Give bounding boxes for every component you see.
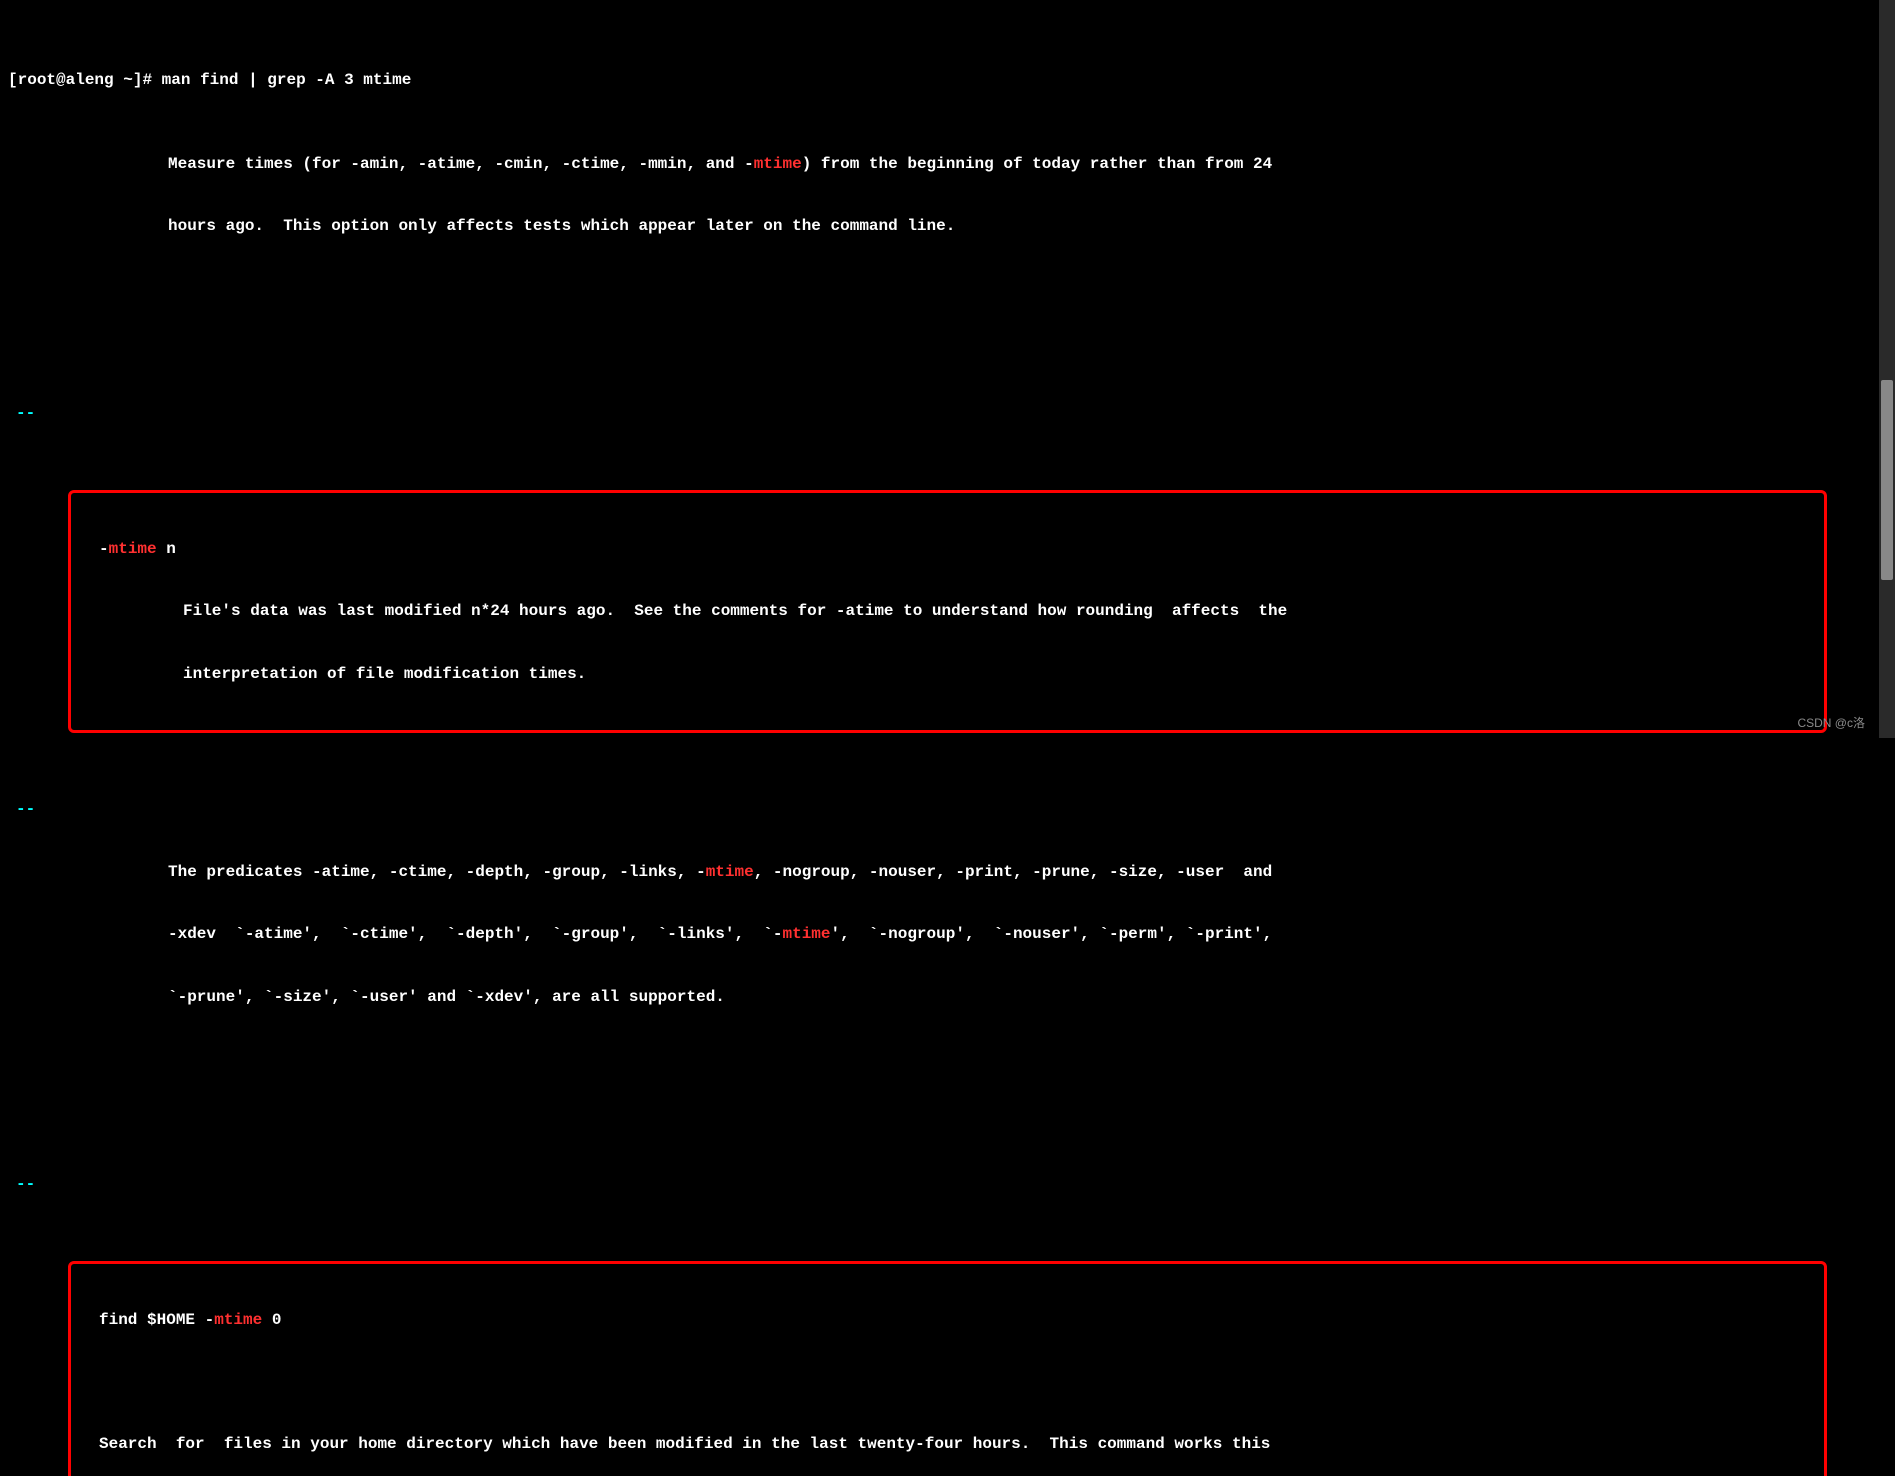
- blank-line: [8, 1049, 1887, 1070]
- output-line: Search for files in your home directory …: [83, 1434, 1812, 1455]
- prompt-bracket: [: [8, 71, 18, 89]
- grep-separator: --: [8, 403, 1887, 424]
- highlight-box-2: find $HOME -mtime 0 Search for files in …: [68, 1261, 1827, 1476]
- output-line: interpretation of file modification time…: [83, 664, 1812, 685]
- text: ', `-nogroup', `-nouser', `-perm', `-pri…: [831, 925, 1273, 943]
- text: n: [157, 540, 176, 558]
- prompt-bracket-close: ]#: [133, 71, 162, 89]
- text: -: [99, 540, 109, 558]
- grep-match: mtime: [754, 155, 802, 173]
- output-line: The predicates -atime, -ctime, -depth, -…: [8, 862, 1887, 883]
- text: The predicates -atime, -ctime, -depth, -…: [168, 863, 706, 881]
- prompt-path: ~: [123, 71, 133, 89]
- output-line: -xdev `-atime', `-ctime', `-depth', `-gr…: [8, 924, 1887, 945]
- output-line: find $HOME -mtime 0: [83, 1310, 1812, 1331]
- text: 0: [262, 1311, 281, 1329]
- blank-line: [83, 1372, 1812, 1393]
- highlight-box-1: -mtime n File's data was last modified n…: [68, 490, 1827, 733]
- command-line: [root@aleng ~]# man find | grep -A 3 mti…: [8, 70, 1887, 91]
- scrollbar-thumb[interactable]: [1881, 380, 1893, 580]
- prompt-userhost: root@aleng: [18, 71, 124, 89]
- grep-match: mtime: [706, 863, 754, 881]
- grep-separator: --: [8, 1174, 1887, 1195]
- text: Measure times (for -amin, -atime, -cmin,…: [168, 155, 754, 173]
- output-line: -mtime n: [83, 539, 1812, 560]
- grep-match: mtime: [109, 540, 157, 558]
- watermark: CSDN @c洛: [1797, 716, 1865, 732]
- terminal-output[interactable]: [root@aleng ~]# man find | grep -A 3 mti…: [8, 8, 1887, 1476]
- blank-line: [8, 278, 1887, 299]
- command-text: man find | grep -A 3 mtime: [162, 71, 412, 89]
- output-line: Measure times (for -amin, -atime, -cmin,…: [8, 154, 1887, 175]
- output-line: `-prune', `-size', `-user' and `-xdev', …: [8, 987, 1887, 1008]
- output-line: hours ago. This option only affects test…: [8, 216, 1887, 237]
- blank-line: [8, 1111, 1887, 1132]
- grep-match: mtime: [783, 925, 831, 943]
- text: ) from the beginning of today rather tha…: [802, 155, 1272, 173]
- grep-match: mtime: [214, 1311, 262, 1329]
- text: -xdev `-atime', `-ctime', `-depth', `-gr…: [168, 925, 783, 943]
- output-line: File's data was last modified n*24 hours…: [83, 601, 1812, 622]
- scrollbar[interactable]: [1879, 0, 1895, 738]
- blank-line: [8, 341, 1887, 362]
- text: find $HOME -: [99, 1311, 214, 1329]
- text: , -nogroup, -nouser, -print, -prune, -si…: [754, 863, 1272, 881]
- grep-separator: --: [8, 799, 1887, 820]
